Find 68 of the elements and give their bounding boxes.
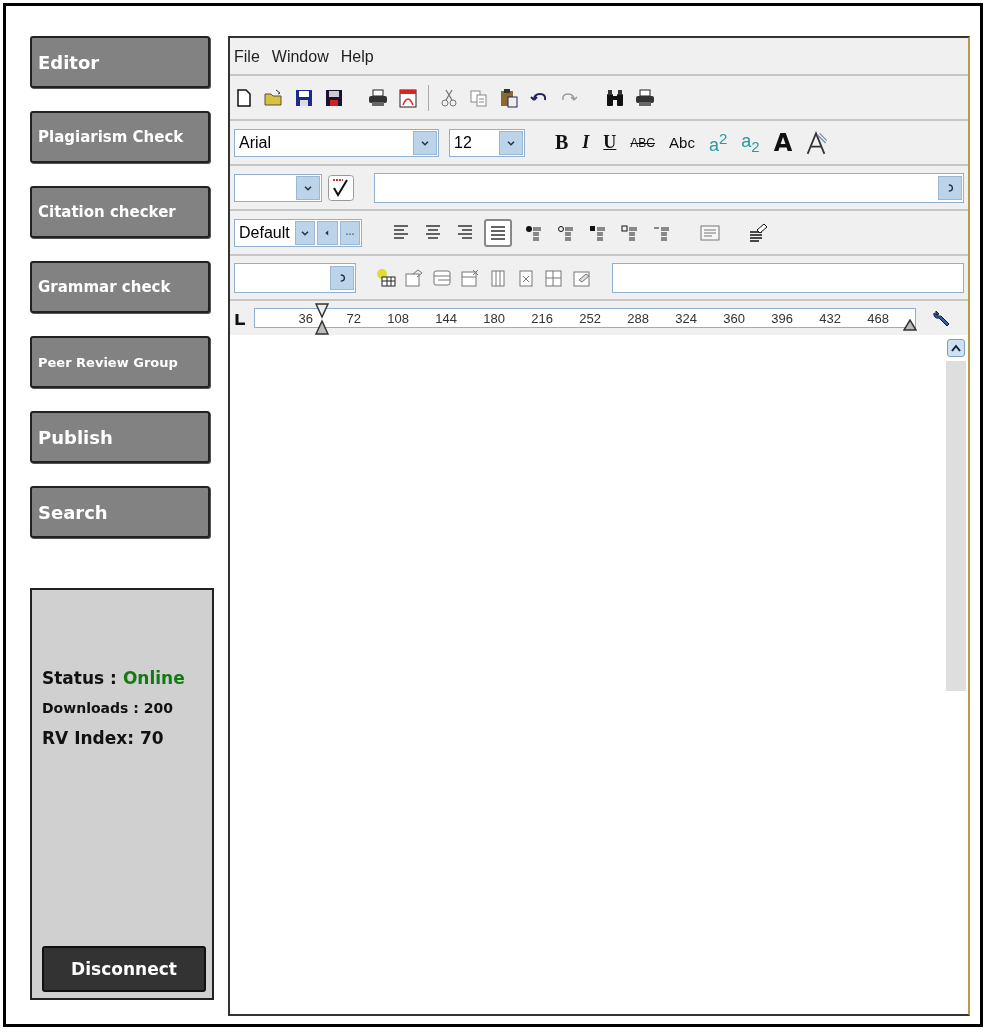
table-rows-icon[interactable] [432,267,452,288]
ruler-number: 468 [866,310,889,326]
sidebar-button[interactable]: Grammar check [30,261,210,313]
text-field[interactable] [612,262,964,293]
printer-icon[interactable] [368,87,388,108]
status-value: Online [122,668,185,688]
wrench-icon[interactable] [932,308,952,328]
scroll-up-button[interactable] [947,339,965,357]
rv-index: RV Index: 70 [42,728,165,748]
format-button[interactable]: U [601,132,619,153]
ruler-number: 396 [770,310,793,326]
outlined-letter-icon[interactable] [804,130,829,155]
text-field[interactable] [374,172,964,203]
sidebar-button[interactable]: Search [30,486,210,538]
font-family-dropdown[interactable]: Arial [234,128,439,157]
table-icon[interactable] [404,267,424,288]
downloads-count: Downloads : 200 [42,700,174,716]
ruler-number: 216 [530,310,553,326]
edit-paragraph-icon[interactable] [748,221,768,244]
menu-item[interactable]: Help [340,48,374,66]
disconnect-button[interactable]: Disconnect [42,946,206,992]
ruler-number: 360 [722,310,745,326]
format-button[interactable]: A [771,128,795,157]
pdf-icon[interactable] [398,87,418,108]
paste-icon[interactable] [499,87,519,108]
table-columns-icon[interactable] [488,267,508,288]
cut-icon[interactable] [439,87,459,108]
indent-marker[interactable] [315,303,329,335]
merge-cells-icon[interactable] [544,267,564,288]
save-as-icon[interactable] [324,87,344,108]
sidebar-button[interactable]: Plagiarism Check [30,111,210,163]
format-button[interactable]: Abc [667,134,697,151]
sidebar-button[interactable]: Editor [30,36,210,88]
printer-icon[interactable] [635,87,655,108]
ruler-number: 144 [434,310,457,326]
right-margin-marker[interactable] [903,319,917,331]
new-document-icon[interactable] [234,87,254,108]
ruler-number: 72 [345,310,361,326]
justify-icon[interactable] [484,218,512,247]
insert-table-icon[interactable] [376,267,396,288]
menu-item[interactable]: Window [271,48,329,66]
save-icon[interactable] [294,87,314,108]
scrollbar-thumb[interactable] [946,361,966,691]
status-label: Status : [42,668,117,688]
hollow-square-list-icon[interactable] [620,222,640,243]
ruler-number: 36 [297,310,313,326]
ruler-number: 252 [578,310,601,326]
sidebar-button[interactable]: Citation checker [30,186,210,238]
tab-stop-icon[interactable] [234,311,248,325]
ruler-number: 288 [626,310,649,326]
font-size-dropdown[interactable]: 12 [449,128,525,157]
delete-rows-icon[interactable] [460,267,480,288]
text-field[interactable] [234,262,356,293]
ruler-number: 108 [386,310,409,326]
sidebar-button[interactable]: Peer Review Group [30,336,210,388]
sidebar-button[interactable]: Publish [30,411,210,463]
format-button[interactable]: ABC [628,135,658,150]
format-button[interactable]: I [580,132,592,153]
format-button[interactable]: B [553,131,571,154]
binoculars-icon[interactable] [605,87,625,108]
style-dropdown[interactable]: Default [234,218,362,247]
spellcheck-icon[interactable] [328,174,354,201]
menu-item[interactable]: File [234,48,260,66]
delete-columns-icon[interactable] [516,267,536,288]
ruler-number: 324 [674,310,697,326]
ruler-number: 432 [818,310,841,326]
ruler-number: 180 [482,310,505,326]
open-folder-icon[interactable] [264,87,284,108]
